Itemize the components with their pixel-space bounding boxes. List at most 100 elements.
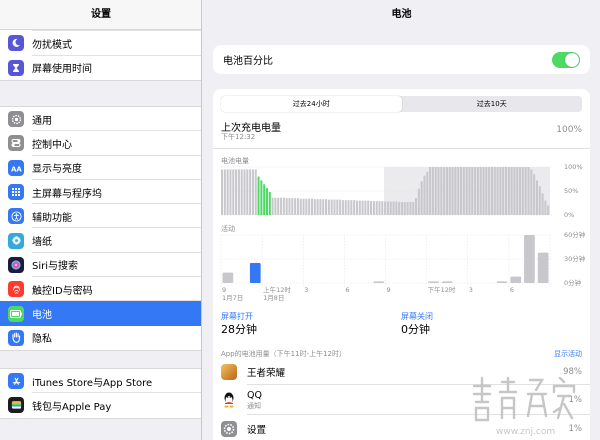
sidebar-item-app-store[interactable]: iTunes Store与App Store (0, 369, 201, 394)
battery-level-bar (237, 169, 240, 215)
activity-bar (537, 252, 549, 283)
settings-sidebar: 设置 声音勿扰模式屏幕使用时间 通用控制中心AA显示与亮度主屏幕与程序坞辅助功能… (0, 0, 202, 440)
sidebar-item-label: 通用 (32, 115, 52, 127)
app-row-settings[interactable]: 设置 1% (213, 417, 590, 440)
battery-level-bar (541, 193, 544, 215)
battery-level-bar (389, 201, 392, 215)
battery-level-bar (285, 198, 288, 215)
battery-level-bar (353, 200, 356, 215)
battery-percentage-label: 电池百分比 (223, 56, 273, 67)
sidebar-item-fingerprint[interactable]: 触控ID与密码 (0, 277, 201, 302)
activity-bar (428, 281, 439, 283)
x-axis-tick-label: 6 (510, 286, 514, 294)
battery-level-bar (482, 167, 485, 215)
battery-level-bar (547, 205, 550, 215)
battery-usage-card: 过去24小时 过去10天 上次充电电量 下午12:32 100% 电池电量 活动… (213, 89, 590, 440)
app-store-icon (8, 373, 24, 390)
battery-level-bar (468, 167, 471, 215)
moon-icon (8, 35, 24, 52)
hand-icon (8, 329, 24, 346)
sidebar-item-label: 勿扰模式 (32, 39, 72, 51)
activity-bar (249, 263, 261, 283)
sidebar-item-label: 电池 (32, 310, 52, 322)
sidebar-item-accessibility[interactable]: 辅助功能 (0, 204, 201, 229)
battery-level-bar (288, 198, 291, 215)
sidebar-item-moon[interactable]: 勿扰模式 (0, 31, 201, 56)
show-activity-link[interactable]: 显示活动 (554, 349, 582, 359)
battery-level-bar (440, 167, 443, 215)
battery-level-bar (502, 167, 505, 215)
battery-percentage-toggle[interactable] (552, 51, 580, 68)
x-axis-tick-label: 3 (469, 286, 473, 294)
app-row-qq[interactable]: QQ 通知 1% (213, 386, 590, 414)
sidebar-item-toggles[interactable]: 控制中心 (0, 131, 201, 156)
x-axis-tick-label: 6 (345, 286, 349, 294)
app-percentage: 1% (568, 395, 583, 405)
battery-level-bar (392, 201, 395, 215)
battery-level-bar (499, 167, 502, 215)
battery-level-bar (505, 167, 508, 215)
app-row-honor-of-kings[interactable]: 王者荣耀 98% (213, 360, 590, 384)
battery-level-bar (344, 200, 347, 215)
battery-level-bar (454, 167, 457, 215)
app-percentage: 98% (563, 367, 582, 377)
battery-level-bar (235, 169, 238, 215)
battery-level-bar (308, 198, 311, 215)
battery-level-bar (260, 180, 263, 215)
battery-level-bar (268, 191, 271, 215)
honor-of-kings-app-icon (221, 364, 237, 380)
battery-level-bar (429, 167, 432, 215)
battery-level-bar (398, 202, 401, 215)
battery-level-bar (375, 201, 378, 215)
sidebar-item-label: iTunes Store与App Store (32, 377, 153, 389)
battery-level-bar (510, 167, 513, 215)
battery-level-bar (460, 167, 463, 215)
text-size-icon: AA (8, 159, 24, 176)
sidebar-item-text-size[interactable]: AA 显示与亮度 (0, 156, 201, 180)
battery-level-bar (254, 169, 257, 215)
battery-level-bar (471, 167, 474, 215)
activity-bar (510, 276, 522, 283)
battery-level-bar (274, 197, 277, 215)
battery-level-bar (226, 169, 229, 215)
sidebar-item-gear[interactable]: 通用 (0, 107, 201, 132)
battery-level-bar (426, 171, 429, 215)
sidebar-item-flower[interactable]: 墙纸 (0, 228, 201, 253)
battery-level-bar (386, 201, 389, 215)
battery-level-bar (280, 197, 283, 215)
sidebar-item-label: 显示与亮度 (32, 164, 82, 176)
sidebar-item-siri[interactable]: Siri与搜索 (0, 253, 201, 278)
battery-level-bar (232, 169, 235, 215)
activity-bar (441, 281, 453, 283)
screen-off-value: 0分钟 (401, 323, 430, 336)
activity-bar (373, 281, 384, 283)
sidebar-item-wallet[interactable]: 钱包与Apple Pay (0, 393, 201, 417)
battery-level-bar (249, 169, 252, 215)
battery-level-bar (457, 167, 460, 215)
sidebar-item-label: 隐私 (32, 334, 52, 346)
sidebar-item-battery[interactable]: 电池 (0, 301, 201, 326)
y-axis-label: 0% (564, 211, 574, 219)
battery-level-bar (358, 200, 361, 215)
battery-level-bar (395, 201, 398, 215)
y-axis-label: 50% (564, 187, 578, 195)
divider (247, 384, 590, 385)
battery-level-bar (271, 197, 274, 215)
battery-percentage-row[interactable]: 电池百分比 (213, 45, 590, 74)
battery-level-bar (299, 198, 302, 215)
battery-level-bar (325, 199, 328, 215)
battery-level-bar (513, 167, 516, 215)
app-percentage: 1% (568, 424, 583, 434)
sidebar-item-hand[interactable]: 隐私 (0, 326, 201, 350)
battery-level-bar (488, 167, 491, 215)
battery-level-bar (223, 169, 226, 215)
app-usage-label: App的电池用量（下午11时-上午12时） (221, 350, 347, 358)
battery-level-bar (406, 202, 409, 215)
battery-level-bar (507, 167, 510, 215)
sidebar-item-grid[interactable]: 主屏幕与程序坞 (0, 180, 201, 205)
battery-level-bar (294, 198, 297, 215)
battery-level-bar (516, 167, 519, 215)
battery-level-bar (448, 167, 451, 215)
qq-app-icon (221, 392, 237, 408)
sidebar-item-hourglass[interactable]: 屏幕使用时间 (0, 56, 201, 80)
